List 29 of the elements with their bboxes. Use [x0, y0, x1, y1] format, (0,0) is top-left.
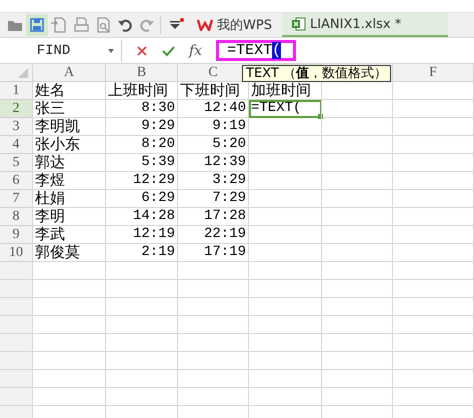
spreadsheet-icon — [292, 17, 306, 31]
caret-icon — [107, 48, 115, 54]
row-header[interactable]: 10 — [0, 244, 33, 262]
active-cell[interactable]: =TEXT( — [249, 100, 322, 118]
row-header[interactable]: 7 — [0, 190, 33, 208]
row-header[interactable]: 3 — [0, 118, 33, 136]
function-tooltip: TEXT （值，数值格式） — [242, 65, 391, 82]
column-header[interactable]: A — [33, 64, 106, 82]
document-tab[interactable]: LIANIX1.xlsx * — [282, 13, 448, 37]
cancel-icon[interactable] — [136, 44, 148, 56]
row-header[interactable]: 1 — [0, 82, 33, 100]
document-export-icon — [50, 16, 68, 34]
column-header[interactable]: F — [393, 64, 474, 82]
formula-field[interactable]: =TEXT( — [216, 40, 296, 61]
save-button[interactable] — [26, 14, 48, 36]
row-header[interactable]: 8 — [0, 208, 33, 226]
row-header[interactable]: 2 — [0, 100, 33, 118]
printer-icon — [72, 16, 90, 34]
save-icon — [28, 16, 46, 34]
document-tab[interactable]: 我的WPS — [187, 13, 282, 37]
column-header[interactable]: C — [178, 64, 249, 82]
confirm-icon[interactable] — [162, 44, 175, 56]
row-header[interactable]: 4 — [0, 136, 33, 154]
logo-icon — [197, 19, 213, 31]
row-header[interactable]: 5 — [0, 154, 33, 172]
row-header[interactable]: 6 — [0, 172, 33, 190]
function-button[interactable]: fx — [189, 42, 202, 58]
row-header[interactable]: 9 — [0, 226, 33, 244]
column-header[interactable]: B — [106, 64, 178, 82]
